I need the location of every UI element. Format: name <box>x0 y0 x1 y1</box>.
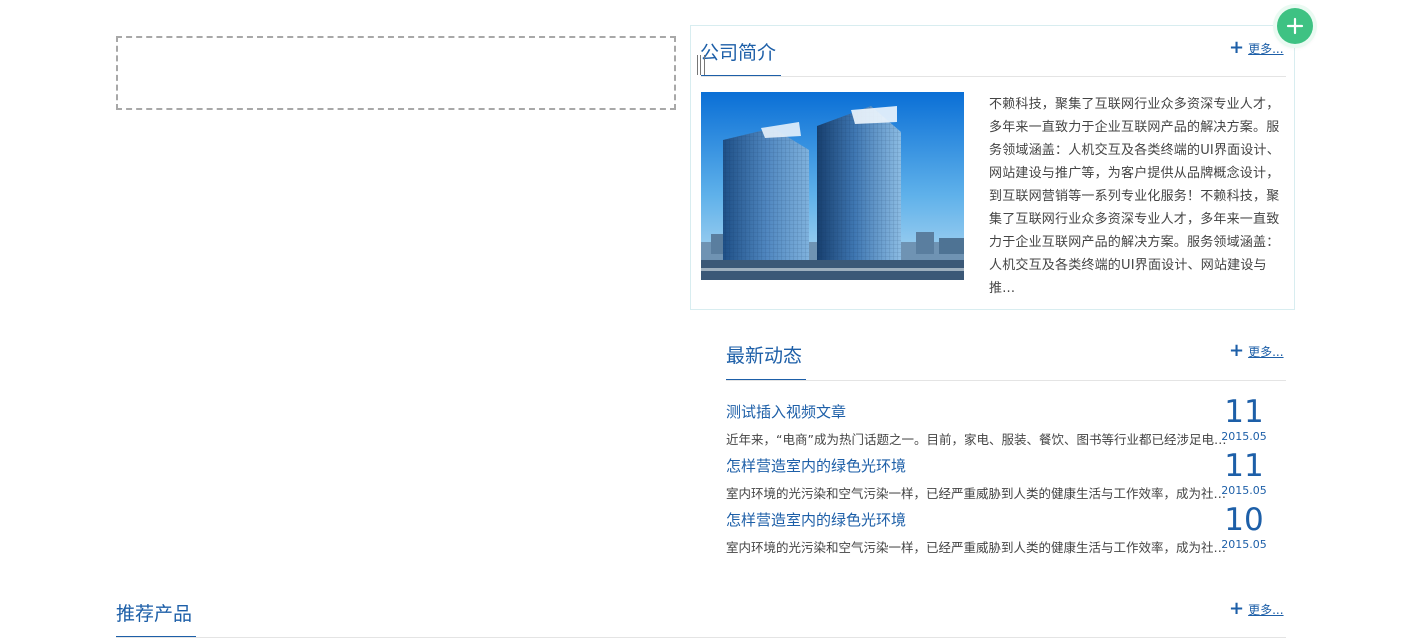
plus-icon: + <box>1229 598 1245 619</box>
news-item-summary: 室内环境的光污染和空气污染一样，已经严重威胁到人类的健康生活与工作效率，成为社会… <box>726 486 1228 501</box>
news-more-label: 更多... <box>1248 344 1284 359</box>
products-more-label: 更多... <box>1248 602 1284 617</box>
news-more-link[interactable]: + 更多... <box>1229 342 1284 360</box>
news-list-item[interactable]: 怎样营造室内的绿色光环境 室内环境的光污染和空气污染一样，已经严重威胁到人类的健… <box>726 502 1286 561</box>
add-circle-button[interactable] <box>1277 8 1313 44</box>
about-more-link[interactable]: + 更多... <box>1229 39 1284 57</box>
news-list-item[interactable]: 测试插入视频文章 近年来，“电商”成为热门话题之一。目前，家电、服装、餐饮、图书… <box>726 394 1286 453</box>
news-item-summary: 室内环境的光污染和空气污染一样，已经严重威胁到人类的健康生活与工作效率，成为社会… <box>726 540 1228 555</box>
news-item-day: 11 <box>1224 394 1264 430</box>
products-title: 推荐产品 <box>116 603 193 625</box>
about-description: 不赖科技，聚集了互联网行业众多资深专业人才，多年来一直致力于企业互联网产品的解决… <box>989 97 1280 296</box>
news-item-summary: 近年来，“电商”成为热门话题之一。目前，家电、服装、餐饮、图书等行业都已经涉足电… <box>726 432 1228 447</box>
about-divider <box>701 76 1286 77</box>
plus-icon: + <box>1229 340 1245 361</box>
news-item-month: 2015.05 <box>1221 484 1267 497</box>
about-more-label: 更多... <box>1248 41 1284 56</box>
about-title: 公司简介 <box>700 42 777 64</box>
news-divider <box>726 380 1286 381</box>
news-item-month: 2015.05 <box>1221 430 1267 443</box>
news-item-title[interactable]: 怎样营造室内的绿色光环境 <box>726 509 906 530</box>
plus-icon <box>1286 17 1304 35</box>
empty-drop-zone[interactable] <box>116 36 676 110</box>
products-more-link[interactable]: + 更多... <box>1229 600 1284 618</box>
news-item-title[interactable]: 怎样营造室内的绿色光环境 <box>726 455 906 476</box>
news-item-day: 10 <box>1224 502 1264 538</box>
text-cursor-icon <box>697 55 705 75</box>
products-divider <box>116 637 1286 638</box>
news-item-month: 2015.05 <box>1221 538 1267 551</box>
news-list-item[interactable]: 怎样营造室内的绿色光环境 室内环境的光污染和空气污染一样，已经严重威胁到人类的健… <box>726 448 1286 507</box>
news-item-title[interactable]: 测试插入视频文章 <box>726 401 846 422</box>
news-item-day: 11 <box>1224 448 1264 484</box>
office-towers-image <box>701 92 964 280</box>
news-title: 最新动态 <box>726 345 803 367</box>
plus-icon: + <box>1229 37 1245 58</box>
